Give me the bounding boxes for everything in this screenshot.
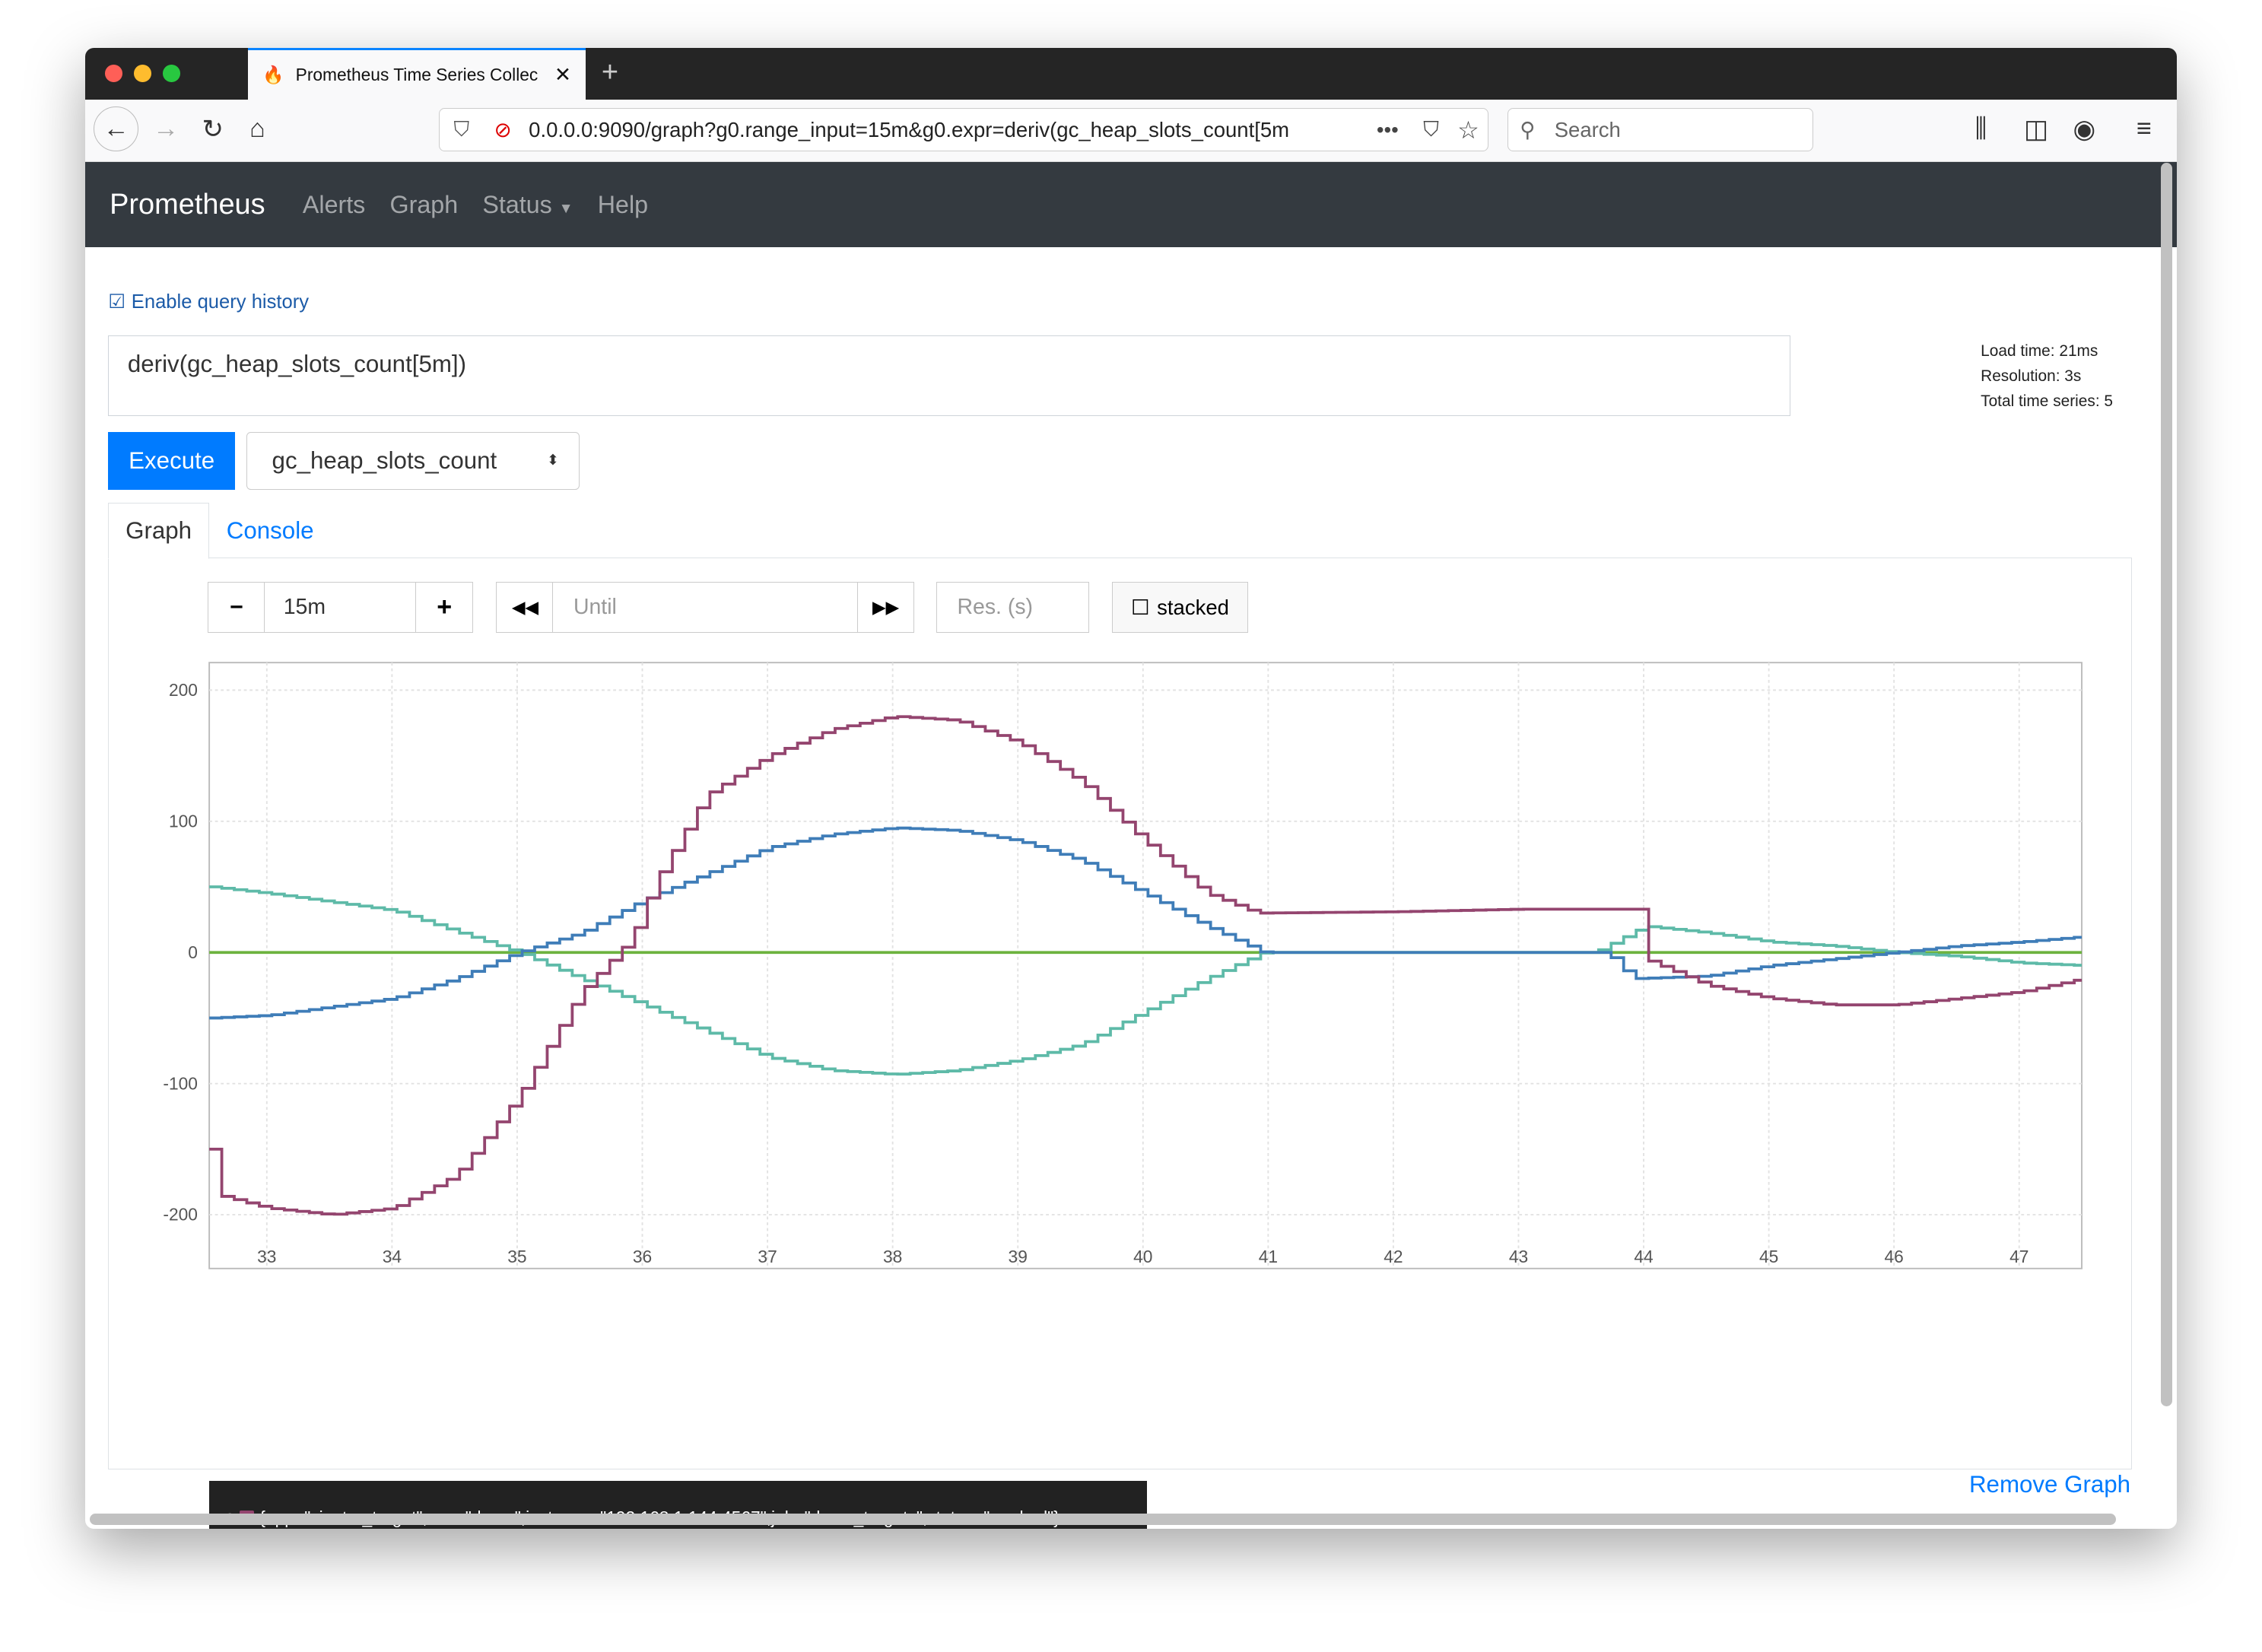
- x-tick-label: 40: [1133, 1247, 1152, 1267]
- y-tick-label: -200: [163, 1205, 198, 1225]
- total-series: Total time series: 5: [1981, 392, 2114, 411]
- rewind-icon[interactable]: ◀◀: [496, 582, 554, 633]
- tab-console[interactable]: Console: [227, 517, 314, 545]
- query-history-label: Enable query history: [131, 291, 310, 313]
- menu-icon[interactable]: ≡: [2137, 114, 2152, 144]
- url-text: 0.0.0.0:9090/graph?g0.range_input=15m&g0…: [529, 117, 1290, 141]
- browser-tab[interactable]: 🔥 Prometheus Time Series Collec ✕: [248, 47, 586, 100]
- x-tick-label: 45: [1759, 1247, 1778, 1267]
- range-increase-button[interactable]: +: [415, 582, 474, 633]
- x-tick-label: 41: [1259, 1247, 1278, 1267]
- x-tick-label: 37: [758, 1247, 777, 1267]
- load-time: Load time: 21ms: [1981, 342, 2098, 360]
- query-history-toggle[interactable]: ☑ Enable query history: [108, 291, 309, 313]
- maximize-window-button[interactable]: [163, 65, 181, 83]
- url-bar[interactable]: ⛉ ⊘ 0.0.0.0:9090/graph?g0.range_input=15…: [438, 108, 1489, 152]
- insecure-lock-icon: ⊘: [494, 117, 512, 141]
- library-icon[interactable]: ⫼: [1975, 114, 1987, 144]
- y-tick-label: 0: [188, 942, 198, 962]
- x-tick-label: 42: [1384, 1247, 1403, 1267]
- graph-chart[interactable]: 33 34 35 36 37 38 39 40 41 42 43 44 45 46 47 200 100 0 -10…: [85, 651, 2105, 1286]
- until-input[interactable]: Until: [552, 582, 859, 633]
- x-tick-label: 36: [633, 1247, 652, 1267]
- tab-title: Prometheus Time Series Collec: [295, 64, 538, 84]
- sidebar-icon[interactable]: ◫: [2024, 114, 2048, 145]
- nav-help[interactable]: Help: [598, 191, 648, 219]
- more-icon[interactable]: •••: [1377, 118, 1399, 142]
- stacked-toggle[interactable]: ☐ stacked: [1112, 582, 1248, 633]
- home-icon[interactable]: ⌂: [249, 114, 265, 144]
- vertical-scrollbar[interactable]: [2161, 163, 2173, 1407]
- range-decrease-button[interactable]: −: [208, 582, 265, 633]
- resolution-input[interactable]: Res. (s): [936, 582, 1089, 633]
- back-icon[interactable]: ←: [94, 106, 139, 152]
- nav-alerts[interactable]: Alerts: [303, 191, 365, 219]
- new-tab-icon[interactable]: +: [602, 56, 618, 89]
- forward-icon[interactable]: →: [153, 114, 179, 144]
- x-tick-label: 39: [1008, 1247, 1027, 1267]
- x-tick-label: 38: [883, 1247, 902, 1267]
- shield-icon: ⛉: [453, 117, 470, 141]
- pocket-icon[interactable]: ⛉: [1423, 117, 1439, 142]
- minimize-window-button[interactable]: [134, 65, 152, 83]
- nav-status[interactable]: Status ▼: [482, 191, 573, 219]
- x-tick-label: 33: [257, 1247, 276, 1267]
- query-stats: Load time: 21ms Resolution: 3s Total tim…: [1981, 338, 2113, 415]
- account-icon[interactable]: ◉: [2073, 114, 2096, 145]
- prometheus-favicon-icon: 🔥: [262, 64, 284, 84]
- fast-forward-icon[interactable]: ▶▶: [856, 582, 915, 633]
- x-tick-label: 47: [2009, 1247, 2028, 1267]
- y-tick-label: 100: [169, 812, 198, 831]
- metric-select-value: gc_heap_slots_count: [272, 446, 497, 474]
- metric-select[interactable]: gc_heap_slots_count ⬍: [246, 432, 580, 490]
- select-arrows-icon: ⬍: [547, 453, 559, 469]
- y-tick-label: 200: [169, 680, 198, 700]
- x-tick-label: 43: [1509, 1247, 1528, 1267]
- x-tick-label: 34: [383, 1247, 402, 1267]
- close-tab-icon[interactable]: ✕: [554, 63, 571, 87]
- tab-graph[interactable]: Graph: [108, 502, 209, 559]
- horizontal-scrollbar[interactable]: [89, 1513, 2117, 1525]
- x-tick-label: 35: [507, 1247, 526, 1267]
- search-icon: ⚲: [1520, 117, 1536, 141]
- reload-icon[interactable]: ↻: [202, 114, 224, 145]
- caret-down-icon: ▼: [558, 200, 573, 217]
- nav-status-label: Status: [482, 190, 552, 218]
- stacked-label: stacked: [1157, 595, 1229, 619]
- bookmark-star-icon[interactable]: ☆: [1457, 116, 1479, 145]
- main-content: ☑ Enable query history deriv(gc_heap_slo…: [85, 247, 2156, 1530]
- y-tick-label: -100: [163, 1074, 198, 1094]
- resolution: Resolution: 3s: [1981, 367, 2082, 385]
- expression-input[interactable]: deriv(gc_heap_slots_count[5m]): [108, 335, 1790, 417]
- search-placeholder: Search: [1554, 117, 1621, 141]
- close-window-button[interactable]: [105, 65, 123, 83]
- browser-toolbar: ← → ↻ ⌂ ⛉ ⊘ 0.0.0.0:9090/graph?g0.range_…: [84, 99, 2178, 163]
- checkbox-unchecked-icon: ☐: [1131, 595, 1150, 619]
- nav-graph[interactable]: Graph: [390, 191, 459, 219]
- title-bar: 🔥 Prometheus Time Series Collec ✕ +: [84, 47, 2178, 100]
- prometheus-navbar: Prometheus Alerts Graph Status ▼ Help: [84, 162, 2178, 248]
- expression-text: deriv(gc_heap_slots_count[5m]): [127, 350, 467, 377]
- x-tick-label: 46: [1884, 1247, 1903, 1267]
- remove-graph-link[interactable]: Remove Graph: [1969, 1471, 2130, 1498]
- checkbox-checked-icon: ☑: [108, 291, 126, 313]
- range-input[interactable]: 15m: [264, 582, 418, 633]
- browser-window: 🔥 Prometheus Time Series Collec ✕ + ← → …: [84, 47, 2178, 1530]
- search-input[interactable]: ⚲ Search: [1507, 108, 1814, 152]
- execute-button[interactable]: Execute: [108, 432, 236, 490]
- x-tick-label: 44: [1634, 1247, 1653, 1267]
- brand-link[interactable]: Prometheus: [110, 189, 265, 221]
